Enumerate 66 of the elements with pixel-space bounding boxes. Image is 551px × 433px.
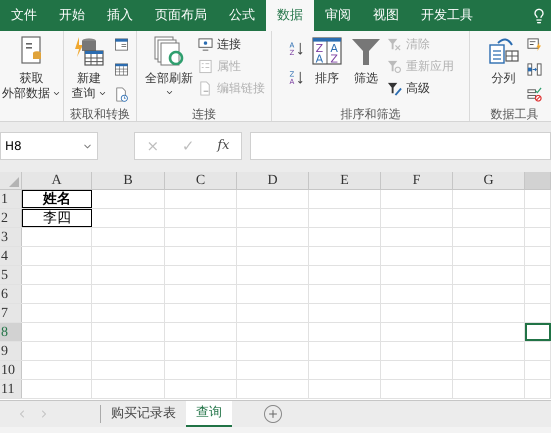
row-header[interactable]: 1 (0, 190, 22, 208)
funnel-cross-icon (387, 36, 402, 52)
row-header[interactable]: 5 (0, 266, 22, 284)
ribbon-large-button[interactable]: 新建 查询 (70, 31, 108, 105)
dropdown-caret-icon (52, 89, 61, 98)
dropdown-caret-icon (98, 89, 106, 98)
plus-icon (267, 408, 279, 420)
row-header[interactable]: 10 (0, 361, 22, 379)
ribbon-tab[interactable]: 数据 (266, 0, 314, 31)
column-header[interactable]: C (165, 172, 237, 189)
validation-icon (526, 87, 542, 102)
group-label: 排序和筛选 (340, 106, 400, 121)
table-icon (114, 37, 128, 52)
ribbon-tab[interactable]: 插入 (96, 0, 144, 31)
ribbon-tab[interactable]: 开始 (48, 0, 96, 31)
database-table-icon (73, 35, 105, 67)
column-header[interactable]: B (92, 172, 165, 189)
sheet-tab[interactable]: 购买记录表 (101, 401, 186, 427)
sort-dialog-icon: Z A A Z (311, 35, 343, 67)
active-cell (525, 323, 551, 341)
formula-input[interactable] (250, 132, 551, 160)
funnel-refresh-icon (387, 58, 402, 74)
document-clock-icon (114, 87, 128, 102)
column-header[interactable]: F (381, 172, 453, 189)
ribbon-small-button[interactable]: 连接 (198, 35, 265, 53)
ribbon-tab[interactable]: 审阅 (314, 0, 362, 31)
ribbon-large-button[interactable]: 获取 外部数据 (0, 31, 63, 105)
ribbon-large-button[interactable]: 分列 (486, 31, 522, 105)
row-header[interactable]: 6 (0, 285, 22, 303)
table-cell: 姓名 (22, 190, 92, 208)
column-header[interactable]: A (22, 172, 92, 189)
row-header[interactable]: 11 (0, 380, 22, 398)
ribbon-large-button[interactable]: 筛选 (348, 31, 384, 105)
ribbon-tab[interactable]: 视图 (362, 0, 410, 31)
name-box[interactable]: H8 (0, 132, 98, 160)
column-header[interactable]: D (237, 172, 309, 189)
ribbon-tab[interactable]: 文件 (0, 0, 48, 31)
row-header[interactable]: 7 (0, 304, 22, 322)
row-header[interactable]: 9 (0, 342, 22, 360)
grid-icon (114, 62, 128, 77)
table-lightning-icon (526, 37, 542, 52)
group-label: 连接 (192, 106, 216, 121)
ribbon-tab[interactable]: 公式 (218, 0, 266, 31)
group-label: 数据工具 (490, 106, 538, 121)
funnel-pencil-icon (387, 80, 402, 96)
row-header[interactable]: 2 (0, 209, 22, 227)
formula-button[interactable]: fx (213, 136, 234, 156)
table-cell: 李四 (22, 209, 92, 227)
group-label: 获取和转换 (70, 106, 130, 121)
add-sheet-button[interactable] (264, 405, 282, 423)
list-form-icon (198, 58, 213, 74)
ribbon-icon-button[interactable] (524, 85, 544, 104)
ribbon-tab[interactable]: 开发工具 (410, 0, 484, 31)
row-header[interactable]: 3 (0, 228, 22, 246)
sheet-tab[interactable]: 查询 (186, 401, 232, 427)
columns-arrow-icon (526, 62, 542, 77)
documents-refresh-icon (153, 35, 185, 67)
row-header[interactable]: 8 (0, 323, 22, 341)
ribbon-tab[interactable]: 页面布局 (144, 0, 218, 31)
ribbon-small-button[interactable]: 高级 (387, 79, 454, 97)
row-header[interactable]: 4 (0, 247, 22, 265)
ribbon-large-button[interactable]: 全部刷新 (143, 31, 195, 105)
monitor-icon (198, 36, 213, 52)
dropdown-caret-icon (164, 88, 174, 97)
ribbon-large-button[interactable]: Z A A Z 排序 (309, 31, 345, 105)
column-header[interactable]: E (309, 172, 381, 189)
